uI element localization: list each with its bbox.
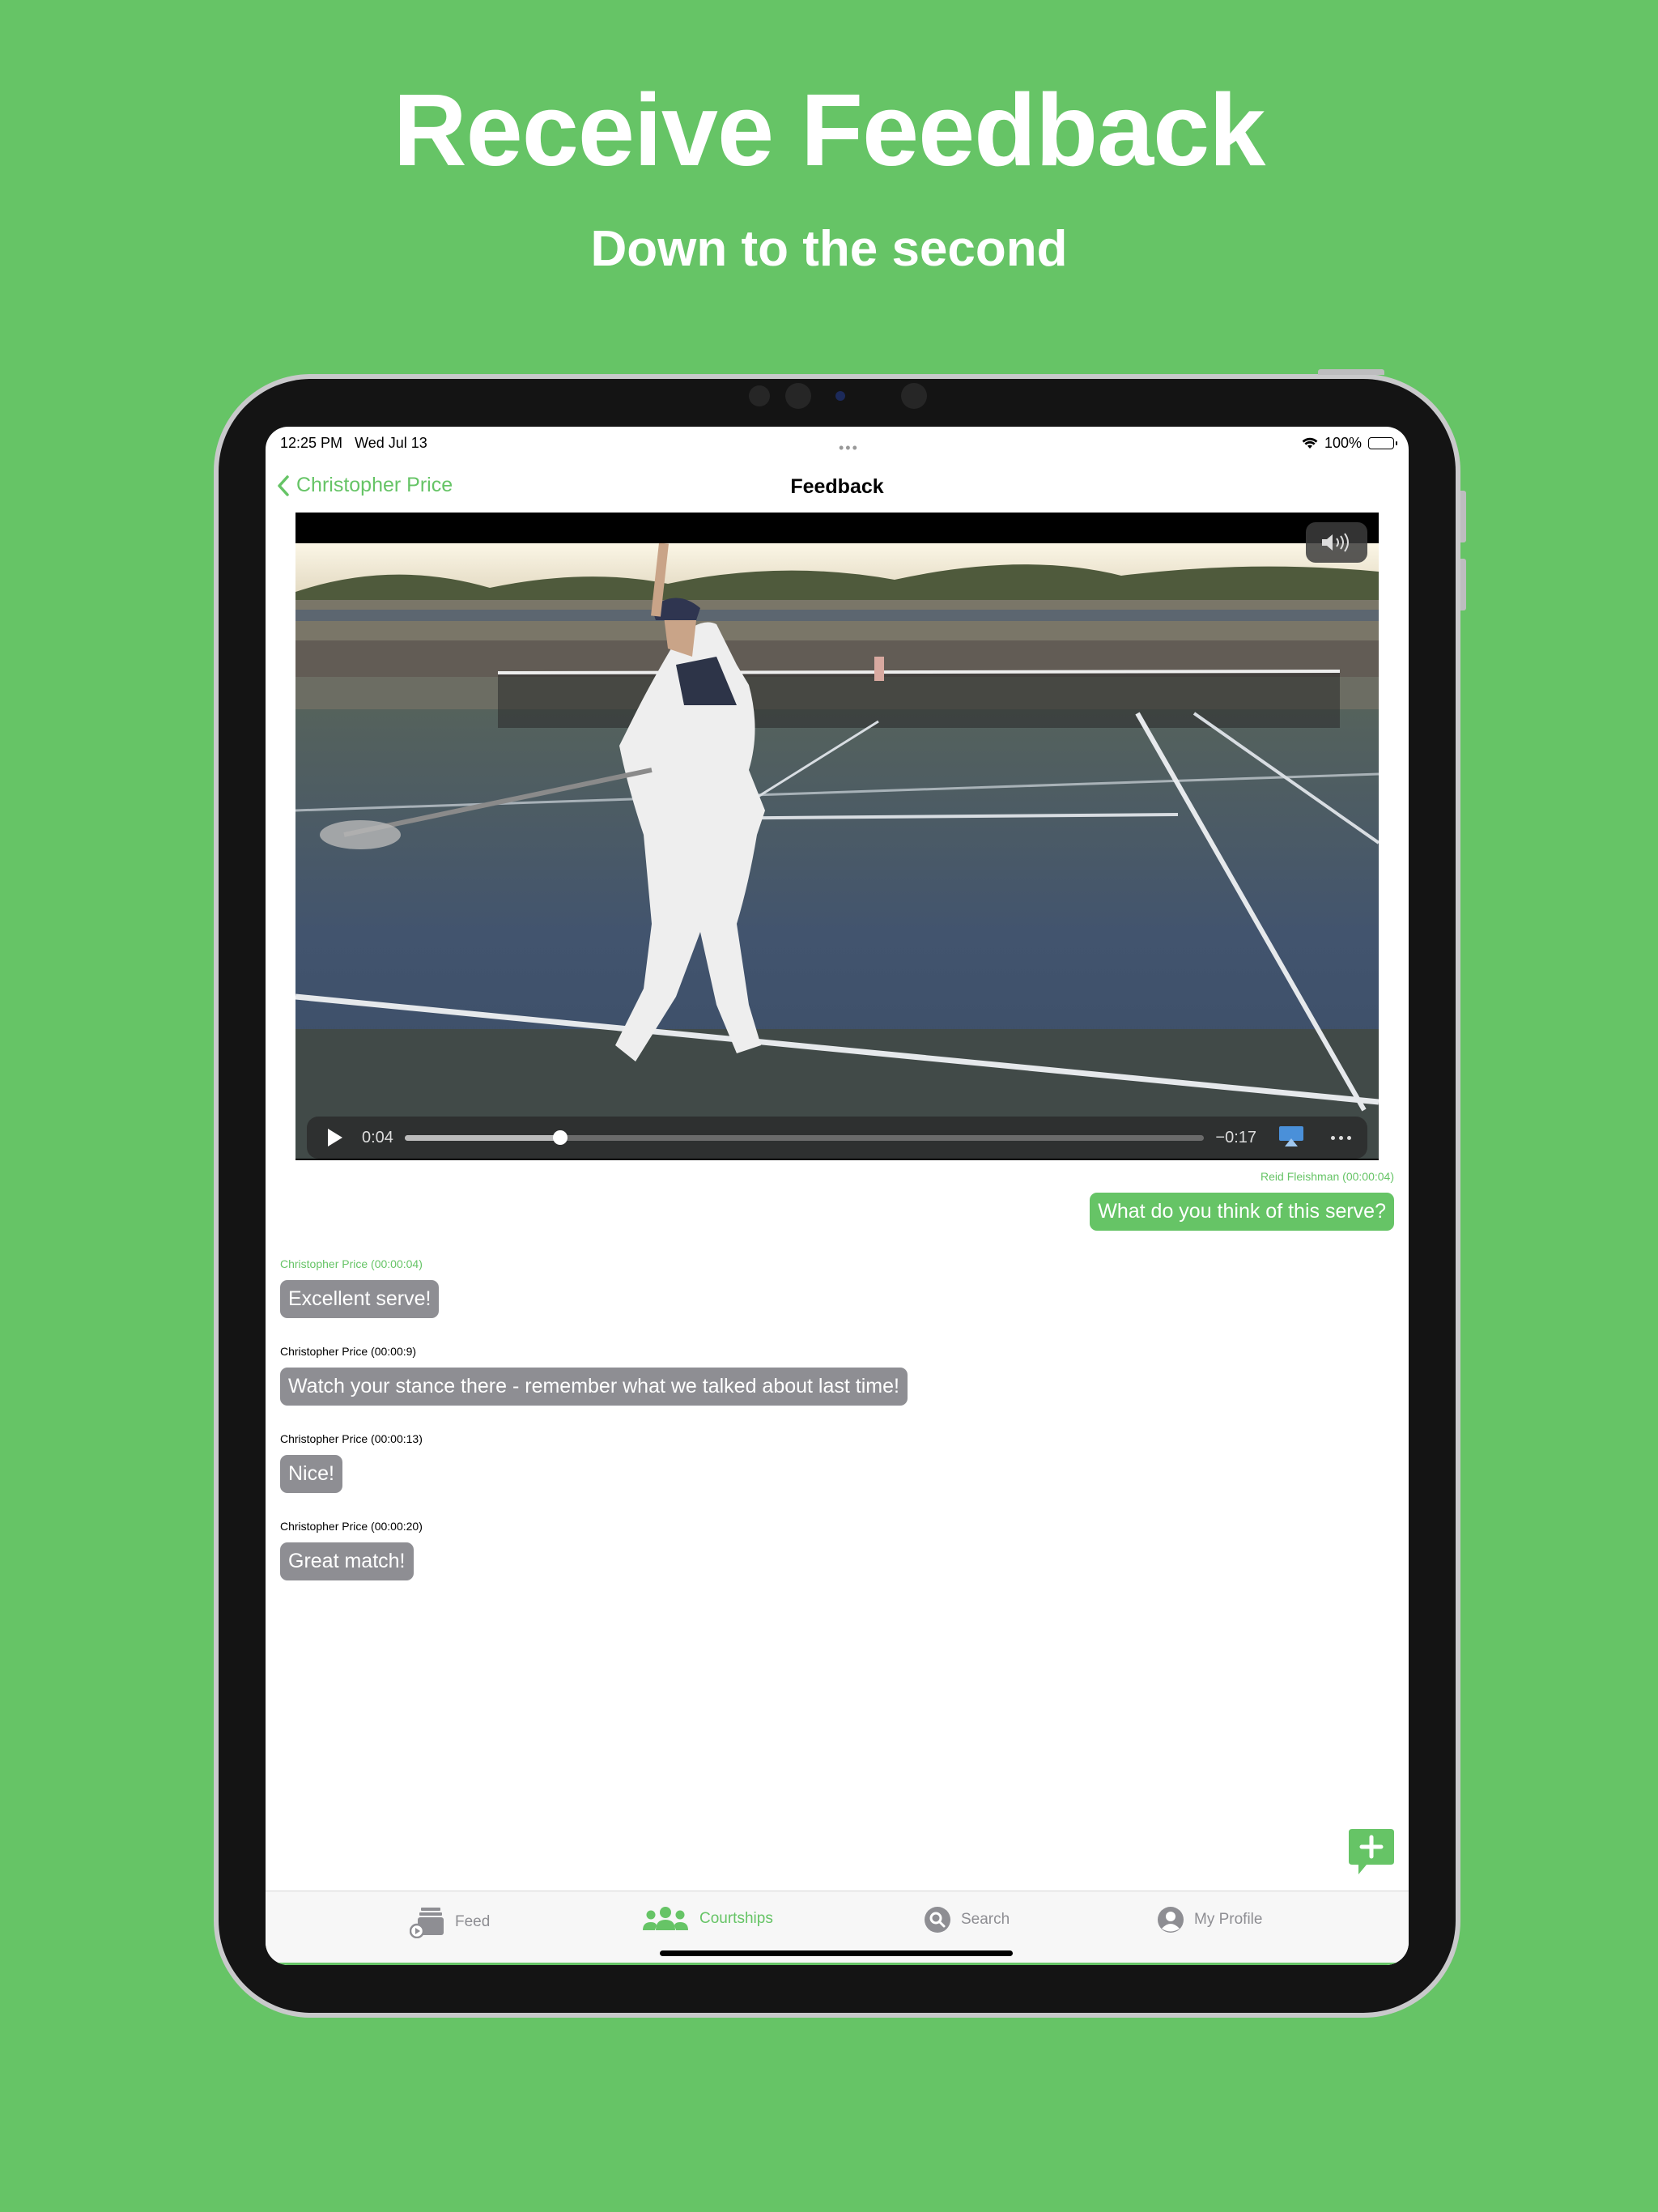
screen-edge [266,1963,1409,1965]
dot [1339,1135,1343,1140]
message-meta: Reid Fleishman (00:00:04) [1261,1170,1394,1183]
app-screen: 12:25 PM Wed Jul 13 ••• 100% Christopher… [266,427,1409,1965]
video-player[interactable]: 0:04 −0:17 [295,513,1379,1160]
navigation-bar: Christopher Price Feedback [266,467,1409,511]
message-bubble-incoming[interactable]: Nice! [280,1455,342,1493]
headline: Receive Feedback [393,73,1266,187]
page-title: Feedback [790,475,884,498]
wifi-icon [1302,437,1318,449]
airplay-button[interactable] [1278,1125,1305,1151]
feed-icon [410,1908,444,1938]
tab-label: My Profile [1194,1911,1263,1928]
remaining-time: −0:17 [1215,1128,1256,1146]
speaker-icon [1322,533,1349,552]
scrubber[interactable] [404,1129,1205,1145]
dot [1347,1135,1351,1140]
message-meta: Christopher Price (00:00:13) [280,1432,423,1445]
video-frame [295,543,1379,1159]
status-bar: 12:25 PM Wed Jul 13 ••• 100% [280,435,1397,459]
camera-lens [835,391,845,401]
playback-controls: 0:04 −0:17 [307,1117,1367,1159]
profile-icon [1158,1907,1184,1933]
tab-feed[interactable]: Feed [410,1906,490,1938]
more-button[interactable] [1331,1135,1351,1140]
play-button[interactable] [323,1125,347,1150]
battery-percent: 100% [1324,435,1362,451]
camera-sensor [785,383,811,409]
tab-label: Courtships [699,1910,773,1927]
tab-bar: Feed Courtships Search My Profile [266,1891,1409,1965]
message-meta: Christopher Price (00:00:20) [280,1520,423,1533]
message-meta: Christopher Price (00:00:04) [280,1257,423,1270]
camera-sensor [749,385,770,406]
tab-courtships[interactable]: Courtships [641,1906,773,1932]
airplay-icon [1279,1125,1303,1146]
subheadline: Down to the second [590,221,1068,277]
dot [1331,1135,1335,1140]
message-bubble-incoming[interactable]: Great match! [280,1542,414,1580]
multitasking-dots[interactable]: ••• [839,440,859,457]
play-icon [328,1129,342,1146]
status-time: 12:25 PM Wed Jul 13 [280,435,427,451]
camera-sensor [901,383,927,409]
add-comment-icon [1349,1829,1394,1874]
volume-up-button [1460,491,1466,542]
volume-button[interactable] [1306,522,1367,563]
volume-down-button [1460,559,1466,610]
search-icon [925,1907,950,1933]
message-meta: Christopher Price (00:00:9) [280,1345,417,1358]
message-bubble-incoming[interactable]: Excellent serve! [280,1280,440,1318]
home-indicator[interactable] [660,1950,1013,1956]
power-button [1318,369,1384,375]
scrubber-progress [404,1134,561,1141]
battery-icon [1368,437,1397,449]
tab-label: Feed [455,1913,491,1930]
tab-search[interactable]: Search [924,1906,1010,1933]
message-bubble-incoming[interactable]: Watch your stance there - remember what … [280,1368,908,1406]
current-time: 0:04 [362,1128,393,1146]
people-icon [643,1907,688,1930]
scrubber-handle[interactable] [553,1129,568,1145]
message-bubble-outgoing[interactable]: What do you think of this serve? [1090,1193,1394,1231]
add-comment-button[interactable] [1347,1827,1396,1878]
tab-my-profile[interactable]: My Profile [1157,1906,1262,1933]
tab-label: Search [961,1911,1010,1928]
